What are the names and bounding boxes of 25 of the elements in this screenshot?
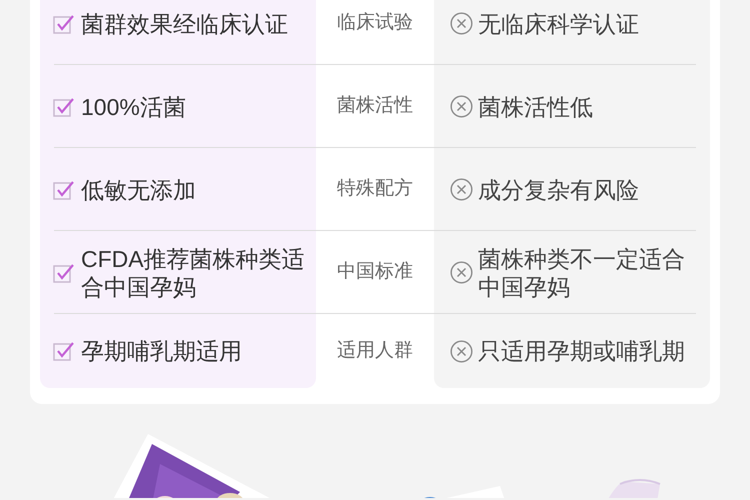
close-circle-icon	[450, 12, 473, 35]
category-label: 临床试验	[337, 11, 413, 36]
checkbox-icon	[53, 96, 75, 118]
category-label: 适用人群	[337, 338, 413, 363]
close-circle-icon	[450, 340, 473, 362]
competitor-text: 只适用孕期或哺乳期	[478, 337, 685, 365]
category-label: 中国标准	[337, 260, 413, 284]
close-circle-icon	[450, 95, 473, 118]
category-label: 菌株活性	[337, 94, 413, 118]
competitor-text: 菌株活性低	[478, 92, 593, 120]
competitor-text: 无临床科学认证	[478, 10, 639, 38]
competitor-text: 菌株种类不一定适合中国孕妈	[478, 244, 686, 300]
category-label: 特殊配方	[337, 177, 413, 202]
checkbox-icon	[53, 12, 75, 34]
checkbox-icon	[53, 262, 75, 284]
checkbox-icon	[53, 178, 75, 200]
feature-text: 孕期哺乳期适用	[81, 337, 242, 365]
feature-text: 菌群效果经临床认证	[81, 10, 288, 38]
close-circle-icon	[450, 261, 473, 284]
feature-text: 低敏无添加	[81, 176, 196, 204]
close-circle-icon	[450, 178, 473, 201]
competitor-text: 成分复杂有风险	[478, 176, 639, 204]
checkbox-icon	[53, 340, 75, 362]
feature-text: CFDA推荐菌株种类适合中国孕妈	[81, 244, 306, 300]
feature-text: 100%活菌	[81, 92, 186, 120]
